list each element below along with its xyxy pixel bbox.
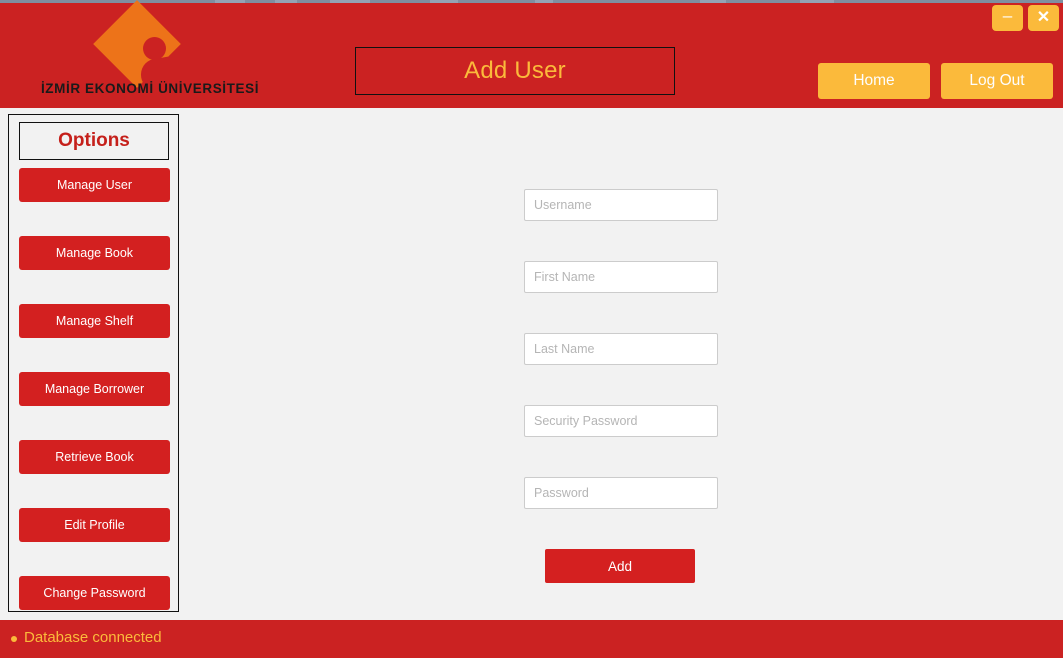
sidebar-title: Options	[58, 130, 130, 151]
first-name-input[interactable]	[524, 261, 718, 293]
sidebar-item-edit-profile[interactable]: Edit Profile	[19, 508, 170, 542]
username-input[interactable]	[524, 189, 718, 221]
logo-wordmark: İZMİR EKONOMİ ÜNİVERSİTESİ	[40, 81, 260, 96]
last-name-input[interactable]	[524, 333, 718, 365]
status-bar: Database connected White	[0, 620, 1063, 658]
add-user-form: Add	[186, 110, 1063, 620]
sidebar-item-manage-user[interactable]: Manage User	[19, 168, 170, 202]
security-password-input[interactable]	[524, 405, 718, 437]
home-button[interactable]: Home	[818, 63, 930, 99]
sidebar-item-change-password[interactable]: Change Password	[19, 576, 170, 610]
sidebar-title-box: Options	[19, 122, 169, 160]
sidebar-item-manage-book[interactable]: Manage Book	[19, 236, 170, 270]
sidebar-item-manage-borrower[interactable]: Manage Borrower	[19, 372, 170, 406]
status-indicator-icon	[11, 636, 17, 642]
sidebar-item-retrieve-book[interactable]: Retrieve Book	[19, 440, 170, 474]
status-text: Database connected	[24, 629, 162, 646]
password-input[interactable]	[524, 477, 718, 509]
minimize-icon[interactable]: –	[992, 5, 1023, 31]
close-icon[interactable]: ✕	[1028, 5, 1059, 31]
add-button[interactable]: Add	[545, 549, 695, 583]
page-title-box: Add User	[355, 47, 675, 95]
options-sidebar: Options Manage User Manage Book Manage S…	[8, 114, 179, 612]
application-window: İZMİR EKONOMİ ÜNİVERSİTESİ Add User – ✕ …	[0, 0, 1063, 658]
university-logo: İZMİR EKONOMİ ÜNİVERSİTESİ	[13, 0, 273, 107]
page-title: Add User	[464, 57, 566, 84]
sidebar-item-manage-shelf[interactable]: Manage Shelf	[19, 304, 170, 338]
logout-button[interactable]: Log Out	[941, 63, 1053, 99]
app-header: İZMİR EKONOMİ ÜNİVERSİTESİ Add User – ✕ …	[0, 0, 1063, 108]
